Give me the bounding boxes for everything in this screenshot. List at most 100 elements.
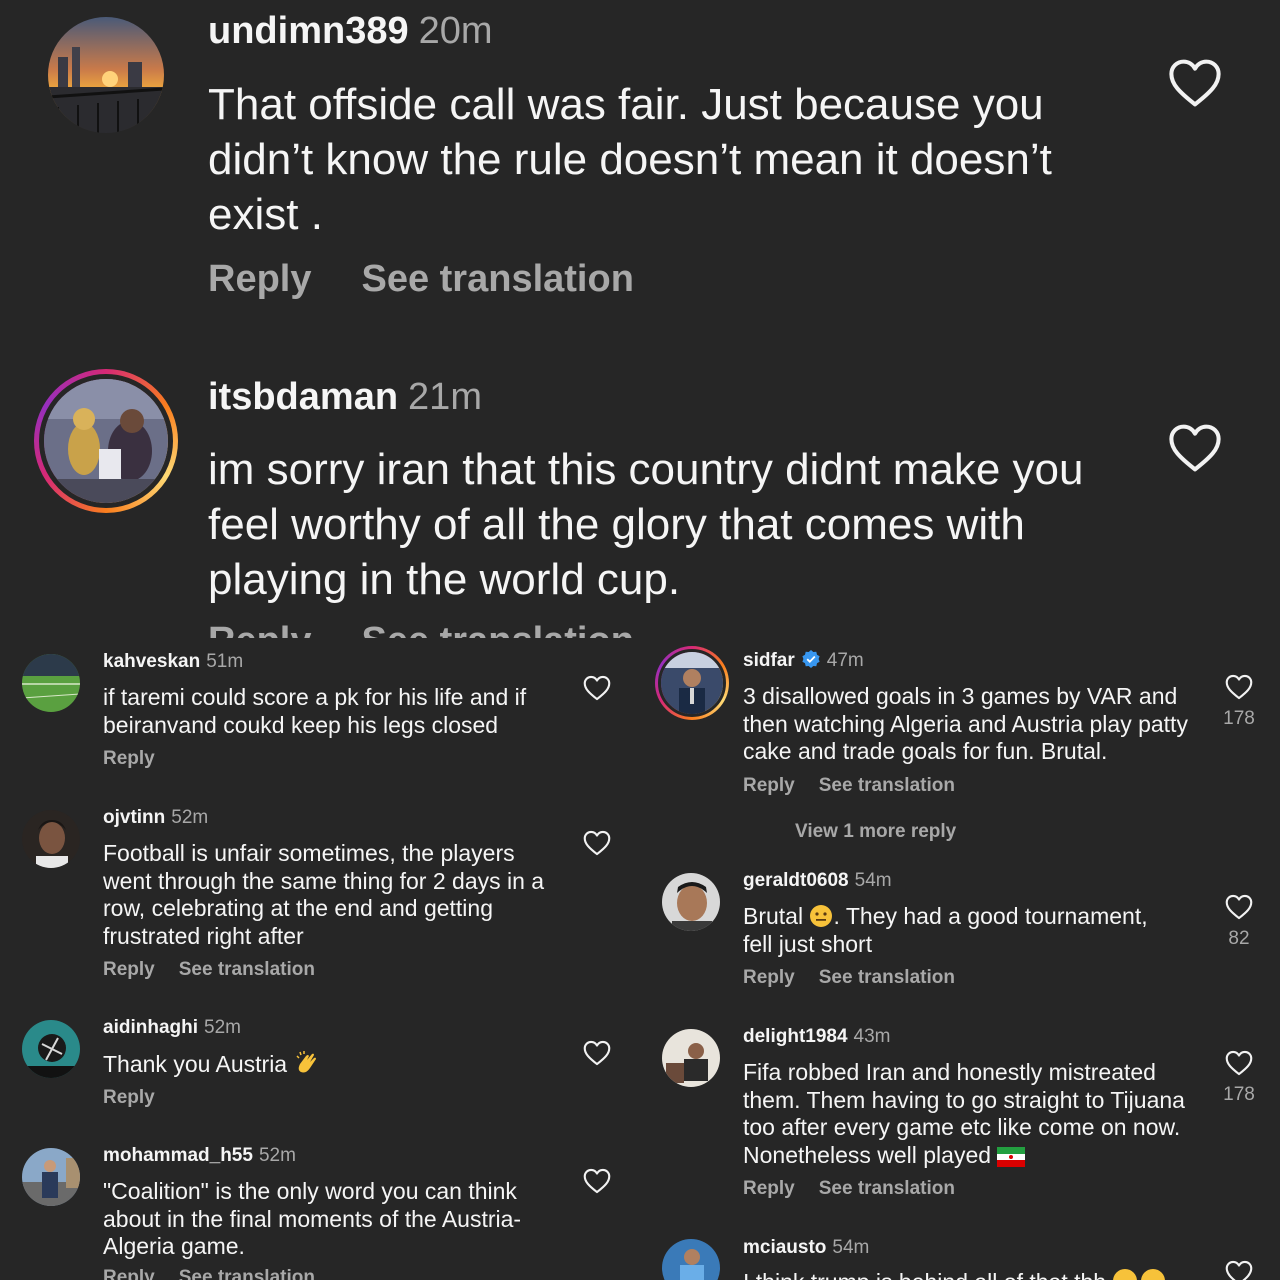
see-translation-button[interactable]: See translation: [819, 1178, 955, 1199]
avatar[interactable]: [22, 654, 80, 712]
timestamp: 52m: [171, 807, 209, 828]
avatar-story-ring[interactable]: [34, 369, 178, 513]
reply-button[interactable]: Reply: [743, 967, 795, 988]
comment-header: undimn389 20m: [208, 10, 493, 53]
comment-text: I think trump is behind all of that tbh: [743, 1268, 1193, 1280]
comment-text: That offside call was fair. Just because…: [208, 80, 1052, 239]
timestamp: 21m: [408, 376, 482, 418]
comment-text: Brutal . They had a good tournament, fel…: [743, 903, 1173, 958]
comment-text: Football is unfair sometimes, the player…: [103, 840, 545, 949]
avatar[interactable]: [662, 1239, 720, 1280]
timestamp: 54m: [854, 870, 892, 891]
comment-header: itsbdaman 21m: [208, 376, 482, 419]
see-translation-button[interactable]: See translation: [819, 775, 955, 796]
iran-flag-emoji: [997, 1146, 1026, 1167]
username[interactable]: undimn389: [208, 10, 409, 52]
comment-actions: Reply See translation: [103, 1267, 339, 1280]
comment-actions: Reply See translation: [743, 775, 979, 797]
comments-column-right: sidfar 47m 3 disallowed goals in 3 games …: [640, 638, 1280, 1280]
avatar-story-ring[interactable]: [655, 646, 729, 720]
comment-header: delight1984 43m: [743, 1026, 891, 1048]
comment-actions: Reply: [103, 1087, 179, 1109]
verified-badge-icon: [802, 650, 820, 668]
heart-icon[interactable]: [1225, 674, 1253, 700]
comment-header: mciausto 54m: [743, 1237, 869, 1259]
reply-button[interactable]: Reply: [103, 1267, 155, 1280]
comment-text-body-2: . They had a good tournament, fell just …: [743, 903, 1148, 957]
heart-icon[interactable]: [1168, 423, 1222, 473]
see-translation-button[interactable]: See translation: [361, 620, 633, 638]
username[interactable]: delight1984: [743, 1026, 848, 1047]
comment-header: geraldt0608 54m: [743, 870, 892, 892]
avatar[interactable]: [22, 810, 80, 868]
comment-header: aidinhaghi 52m: [103, 1017, 241, 1039]
comment-text: 3 disallowed goals in 3 games by VAR and…: [743, 683, 1188, 764]
timestamp: 52m: [258, 1145, 296, 1166]
see-translation-button[interactable]: See translation: [819, 967, 955, 988]
comment-text-body: Thank you Austria: [103, 1051, 288, 1077]
timestamp: 43m: [853, 1026, 891, 1047]
avatar[interactable]: [48, 17, 164, 133]
view-more-replies-button[interactable]: View 1 more reply: [795, 821, 956, 843]
username[interactable]: aidinhaghi: [103, 1017, 198, 1038]
comment-header: mohammad_h55 52m: [103, 1145, 296, 1167]
comment-text: Fifa robbed Iran and honestly mistreated…: [743, 1059, 1193, 1169]
like-count: 178: [1223, 708, 1255, 729]
reply-button[interactable]: Reply: [103, 748, 155, 769]
heart-icon[interactable]: [583, 675, 611, 701]
crying-laughing-faces-emoji: [1113, 1269, 1166, 1280]
username[interactable]: kahveskan: [103, 651, 200, 672]
timestamp: 54m: [832, 1237, 870, 1258]
comment-text: if taremi could score a pk for his life …: [103, 684, 527, 738]
comments-screen: undimn389 20m That offside call was fair.…: [0, 0, 1280, 1280]
see-translation-button[interactable]: See translation: [179, 959, 315, 980]
comment-text: Thank you Austria: [103, 1050, 553, 1079]
reply-button[interactable]: Reply: [208, 620, 311, 638]
reply-button[interactable]: Reply: [208, 258, 311, 300]
comments-column-left: kahveskan 51m if taremi could score a pk …: [0, 638, 640, 1280]
reply-button[interactable]: Reply: [103, 959, 155, 980]
like-count: 178: [1223, 1084, 1255, 1105]
username[interactable]: itsbdaman: [208, 376, 398, 418]
username[interactable]: mohammad_h55: [103, 1145, 253, 1166]
comment-actions: Reply See translation: [208, 620, 684, 638]
username[interactable]: geraldt0608: [743, 870, 849, 891]
username[interactable]: sidfar: [743, 650, 795, 671]
reply-button[interactable]: Reply: [103, 1087, 155, 1108]
comment-header: kahveskan 51m: [103, 651, 243, 673]
comment-header: sidfar 47m: [743, 649, 864, 672]
reply-button[interactable]: Reply: [743, 775, 795, 796]
comment-text: im sorry iran that this country didnt ma…: [208, 445, 1084, 604]
avatar[interactable]: [662, 873, 720, 931]
heart-icon[interactable]: [583, 830, 611, 856]
reply-button[interactable]: Reply: [743, 1178, 795, 1199]
avatar[interactable]: [22, 1148, 80, 1206]
comment-text-body: Brutal: [743, 903, 804, 929]
comment-text-body: Fifa robbed Iran and honestly mistreated…: [743, 1059, 1185, 1168]
username[interactable]: mciausto: [743, 1237, 826, 1258]
heart-icon[interactable]: [583, 1040, 611, 1066]
heart-icon[interactable]: [1168, 58, 1222, 108]
username[interactable]: ojvtinn: [103, 807, 165, 828]
heart-icon[interactable]: [1225, 1050, 1253, 1076]
heart-icon[interactable]: [1225, 894, 1253, 920]
comment-header: ojvtinn 52m: [103, 807, 208, 829]
avatar[interactable]: [662, 1029, 720, 1087]
comment-actions: Reply See translation: [743, 1178, 979, 1200]
comment-actions: Reply See translation: [743, 967, 979, 989]
heart-icon[interactable]: [583, 1168, 611, 1194]
comment-text-body: I think trump is behind all of that tbh: [743, 1269, 1106, 1280]
timestamp: 20m: [418, 10, 493, 52]
comment-actions: Reply See translation: [103, 959, 339, 981]
avatar[interactable]: [22, 1020, 80, 1078]
comment-actions: Reply See translation: [208, 258, 684, 301]
comment-text: "Coalition" is the only word you can thi…: [103, 1178, 522, 1259]
see-translation-button[interactable]: See translation: [179, 1267, 315, 1280]
heart-icon[interactable]: [1225, 1260, 1253, 1280]
comment-actions: Reply: [103, 748, 179, 770]
neutral-face-emoji: [810, 905, 833, 927]
timestamp: 52m: [204, 1017, 241, 1038]
see-translation-button[interactable]: See translation: [361, 258, 633, 300]
like-count: 82: [1228, 928, 1250, 949]
zoomed-comments: undimn389 20m That offside call was fair.…: [0, 0, 1280, 638]
